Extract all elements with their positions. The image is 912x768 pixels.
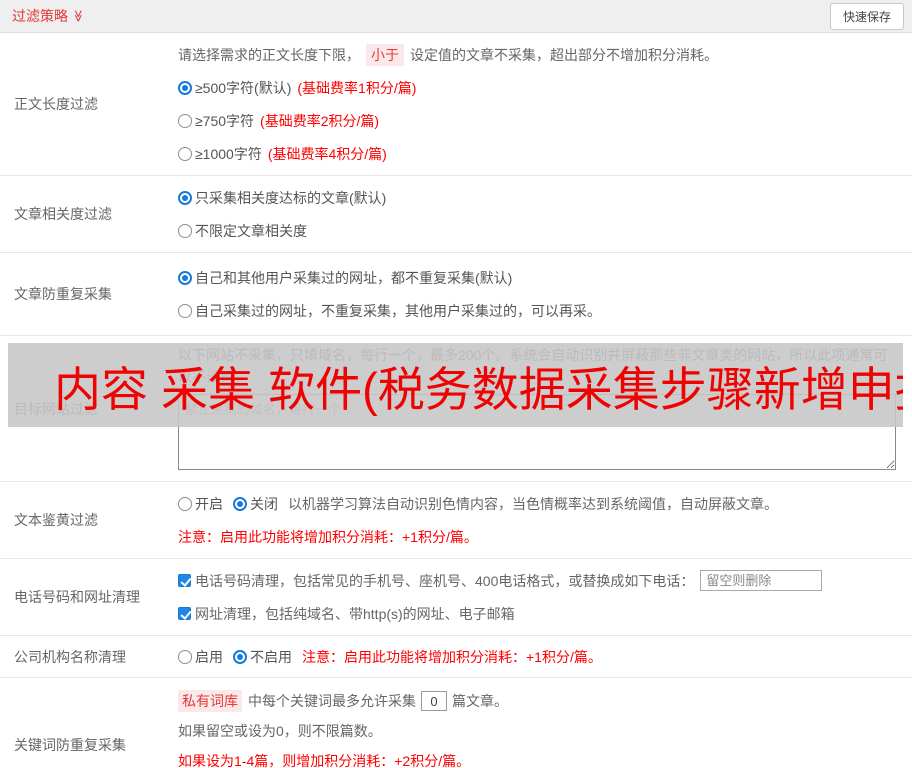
length-option-1000-text: ≥1000字符 xyxy=(195,145,262,162)
radio-unchecked-icon[interactable] xyxy=(178,113,192,128)
row-company-label: 公司机构名称清理 xyxy=(14,648,126,665)
private-lexicon-tag[interactable]: 私有词库 xyxy=(178,690,242,712)
length-intro: 请选择需求的正文长度下限， 小于 设定值的文章不采集，超出部分不增加积分消耗。 xyxy=(178,38,904,71)
dedup-option-all[interactable]: 自己和其他用户采集过的网址，都不重复采集(默认) xyxy=(178,261,904,294)
row-porn-filter: 文本鉴黄过滤 开启 关闭 以机器学习算法自动识别色情内容，当色情概率达到系统阈值… xyxy=(0,482,912,559)
replacement-phone-input[interactable] xyxy=(700,570,823,591)
dedup-option-self-text: 自己采集过的网址，不重复采集，其他用户采集过的，可以再采。 xyxy=(195,302,601,319)
top-bar: 过滤策略 ≫ 快速保存 xyxy=(0,0,912,33)
row-length-label: 正文长度过滤 xyxy=(14,96,98,112)
company-options-line: 启用 不启用 注意：启用此功能将增加积分消耗：+1积分/篇。 xyxy=(178,640,904,673)
length-option-1000[interactable]: ≥1000字符 (基础费率4积分/篇) xyxy=(178,137,904,170)
porn-option-off-text[interactable]: 关闭 xyxy=(250,494,278,514)
dedup-option-self[interactable]: 自己采集过的网址，不重复采集，其他用户采集过的，可以再采。 xyxy=(178,294,904,327)
porn-options-line: 开启 关闭 以机器学习算法自动识别色情内容，当色情概率达到系统阈值，自动屏蔽文章… xyxy=(178,487,904,520)
length-option-750-note: (基础费率2积分/篇) xyxy=(260,112,380,129)
page-title-text: 过滤策略 xyxy=(12,8,68,24)
url-cleanup-text[interactable]: 网址清理，包括纯域名、带http(s)的网址、电子邮箱 xyxy=(195,604,515,624)
relevance-option-strict[interactable]: 只采集相关度达标的文章(默认) xyxy=(178,181,904,214)
keyword-limit-line: 私有词库 中每个关键词最多允许采集 篇文章。 xyxy=(178,686,904,716)
dedup-option-all-text: 自己和其他用户采集过的网址，都不重复采集(默认) xyxy=(195,269,513,286)
length-option-500-note: (基础费率1积分/篇) xyxy=(297,79,417,96)
phone-cleanup-text[interactable]: 电话号码清理，包括常见的手机号、座机号、400电话格式，或替换成如下电话： xyxy=(195,571,694,591)
row-keyword-content: 私有词库 中每个关键词最多允许采集 篇文章。 如果留空或设为0，则不限篇数。 如… xyxy=(178,678,912,768)
row-relevance-filter: 文章相关度过滤 只采集相关度达标的文章(默认) 不限定文章相关度 xyxy=(0,176,912,253)
radio-checked-icon[interactable] xyxy=(178,270,192,285)
keyword-note-cost: 如果设为1-4篇，则增加积分消耗：+2积分/篇。 xyxy=(178,753,471,768)
keyword-limit-mid: 中每个关键词最多允许采集 xyxy=(248,693,416,709)
radio-unchecked-icon[interactable] xyxy=(178,496,192,511)
row-phone-url-cleanup: 电话号码和网址清理 电话号码清理，包括常见的手机号、座机号、400电话格式，或替… xyxy=(0,559,912,636)
radio-checked-icon[interactable] xyxy=(178,80,192,95)
row-relevance-content: 只采集相关度达标的文章(默认) 不限定文章相关度 xyxy=(178,176,912,252)
quick-save-button[interactable]: 快速保存 xyxy=(829,2,904,30)
radio-checked-icon[interactable] xyxy=(233,496,247,511)
row-porn-label: 文本鉴黄过滤 xyxy=(14,512,98,528)
keyword-limit-end: 篇文章。 xyxy=(452,693,508,709)
ad-overlay-banner: 内容 采集 软件(税务数据采集步骤新增申报 xyxy=(8,343,903,427)
length-option-1000-note: (基础费率4积分/篇) xyxy=(267,145,387,162)
keyword-note-zero: 如果留空或设为0，则不限篇数。 xyxy=(178,723,382,739)
length-intro-before: 请选择需求的正文长度下限， xyxy=(178,46,360,63)
row-keyword-dedup: 关键词防重复采集 私有词库 中每个关键词最多允许采集 篇文章。 如果留空或设为0… xyxy=(0,678,912,768)
checkbox-checked-icon[interactable] xyxy=(178,607,191,620)
relevance-option-any-text: 不限定文章相关度 xyxy=(195,222,307,239)
porn-cost-note: 注意：启用此功能将增加积分消耗：+1积分/篇。 xyxy=(178,528,478,545)
phone-cleanup-line: 电话号码清理，包括常见的手机号、座机号、400电话格式，或替换成如下电话： xyxy=(178,564,904,597)
row-length-content: 请选择需求的正文长度下限， 小于 设定值的文章不采集，超出部分不增加积分消耗。 … xyxy=(178,33,912,175)
length-intro-highlight: 小于 xyxy=(366,43,404,66)
radio-checked-icon[interactable] xyxy=(178,190,192,205)
row-company-content: 启用 不启用 注意：启用此功能将增加积分消耗：+1积分/篇。 xyxy=(178,636,912,677)
length-option-750[interactable]: ≥750字符 (基础费率2积分/篇) xyxy=(178,104,904,137)
row-phone-url-content: 电话号码清理，包括常见的手机号、座机号、400电话格式，或替换成如下电话： 网址… xyxy=(178,559,912,635)
relevance-option-strict-text: 只采集相关度达标的文章(默认) xyxy=(195,189,387,206)
ad-overlay-text: 内容 采集 软件(税务数据采集步骤新增申报 xyxy=(54,362,903,416)
keyword-count-input[interactable] xyxy=(421,691,447,711)
radio-unchecked-icon[interactable] xyxy=(178,223,192,238)
row-keyword-label: 关键词防重复采集 xyxy=(14,736,126,753)
radio-unchecked-icon[interactable] xyxy=(178,146,192,161)
length-option-500[interactable]: ≥500字符(默认) (基础费率1积分/篇) xyxy=(178,71,904,104)
length-option-750-text: ≥750字符 xyxy=(195,112,255,129)
company-option-off-text[interactable]: 不启用 xyxy=(250,647,292,667)
row-company-cleanup: 公司机构名称清理 启用 不启用 注意：启用此功能将增加积分消耗：+1积分/篇。 xyxy=(0,636,912,678)
company-option-on-text[interactable]: 启用 xyxy=(195,647,223,667)
row-porn-content: 开启 关闭 以机器学习算法自动识别色情内容，当色情概率达到系统阈值，自动屏蔽文章… xyxy=(178,482,912,558)
row-dedup-content: 自己和其他用户采集过的网址，都不重复采集(默认) 自己采集过的网址，不重复采集，… xyxy=(178,253,912,335)
filter-strategy-page: 过滤策略 ≫ 快速保存 正文长度过滤 请选择需求的正文长度下限， 小于 设定值的… xyxy=(0,0,912,768)
relevance-option-any[interactable]: 不限定文章相关度 xyxy=(178,214,904,247)
row-dedup-label: 文章防重复采集 xyxy=(14,286,112,302)
row-phone-url-label: 电话号码和网址清理 xyxy=(14,589,140,605)
porn-description: 以机器学习算法自动识别色情内容，当色情概率达到系统阈值，自动屏蔽文章。 xyxy=(288,495,778,512)
page-title[interactable]: 过滤策略 ≫ xyxy=(12,6,85,26)
checkbox-checked-icon[interactable] xyxy=(178,574,191,587)
row-length-filter: 正文长度过滤 请选择需求的正文长度下限， 小于 设定值的文章不采集，超出部分不增… xyxy=(0,33,912,176)
chevron-down-icon: ≫ xyxy=(71,9,86,23)
row-dedup-filter: 文章防重复采集 自己和其他用户采集过的网址，都不重复采集(默认) 自己采集过的网… xyxy=(0,253,912,336)
url-cleanup-line: 网址清理，包括纯域名、带http(s)的网址、电子邮箱 xyxy=(178,597,904,630)
company-cost-note: 注意：启用此功能将增加积分消耗：+1积分/篇。 xyxy=(302,648,602,665)
porn-option-on-text[interactable]: 开启 xyxy=(195,494,223,514)
radio-checked-icon[interactable] xyxy=(233,649,247,664)
row-relevance-label: 文章相关度过滤 xyxy=(14,206,112,222)
radio-unchecked-icon[interactable] xyxy=(178,303,192,318)
length-intro-after: 设定值的文章不采集，超出部分不增加积分消耗。 xyxy=(410,46,718,63)
radio-unchecked-icon[interactable] xyxy=(178,649,192,664)
length-option-500-text: ≥500字符(默认) xyxy=(195,79,292,96)
